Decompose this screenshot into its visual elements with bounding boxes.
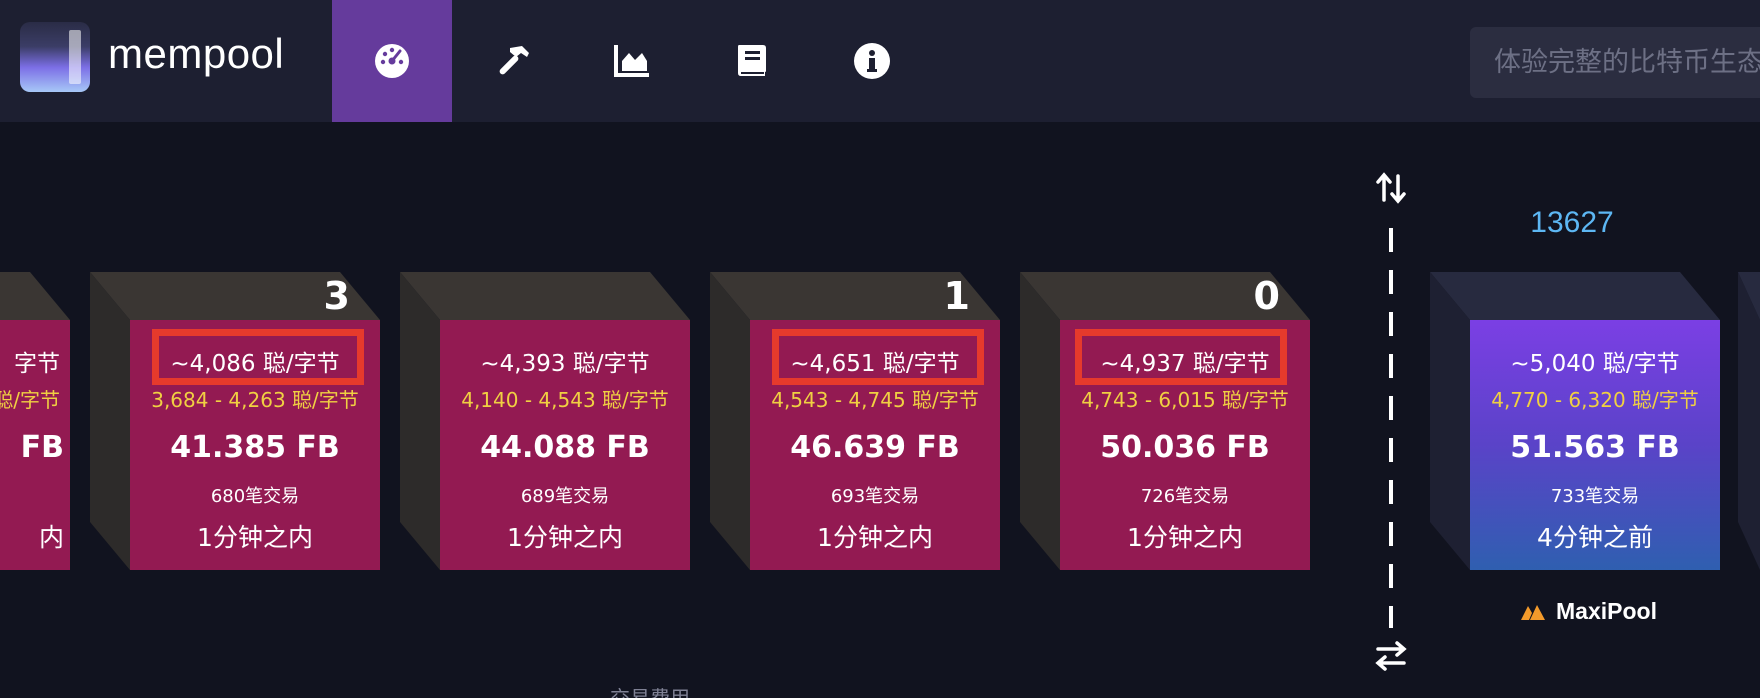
pending-block-partial[interactable]: 字节 聪/字节 FB 内: [0, 272, 70, 570]
pending-block[interactable]: 0 ~4,937 聪/字节 4,743 - 6,015 聪/字节 50.036 …: [1020, 272, 1310, 570]
block-top-face: [0, 272, 70, 320]
pool-name: MaxiPool: [1556, 597, 1657, 624]
dashboard-icon: [375, 44, 409, 78]
block-height-link[interactable]: 13627: [1482, 206, 1662, 240]
block-side-face: [710, 272, 750, 570]
block-front: 字节 聪/字节 FB 内: [0, 320, 70, 570]
tx-count: 689笔交易: [520, 486, 610, 507]
hammer-icon: [499, 46, 529, 75]
fee-range: 聪/字节: [0, 388, 60, 412]
info-icon: [854, 43, 890, 79]
nav-docs[interactable]: [692, 0, 812, 122]
block-front: ~5,040 聪/字节 4,770 - 6,320 聪/字节 51.563 FB…: [1470, 320, 1720, 570]
highlight-box: [1075, 329, 1287, 385]
nav-dashboard[interactable]: [332, 0, 452, 122]
swap-horizontal-icon[interactable]: [1373, 638, 1409, 674]
median-fee: ~4,393 聪/字节: [480, 351, 650, 377]
swap-vertical-icon[interactable]: [1373, 170, 1409, 206]
nav-graphs[interactable]: [572, 0, 692, 122]
maxipool-logo-icon: [1521, 605, 1545, 620]
logo-text[interactable]: mempool: [108, 30, 284, 78]
nav-about[interactable]: [812, 0, 932, 122]
mined-block[interactable]: ~5,040 聪/字节 4,770 - 6,320 聪/字节 51.563 FB…: [1430, 272, 1720, 570]
pending-block[interactable]: 1 ~4,651 聪/字节 4,543 - 4,745 聪/字节 46.639 …: [710, 272, 1000, 570]
block-size: 51.563 FB: [1510, 430, 1680, 465]
search-input[interactable]: [1470, 27, 1760, 98]
block-size: 46.639 FB: [790, 430, 960, 465]
tx-count: 726笔交易: [1140, 486, 1230, 507]
block-count: 1: [943, 274, 970, 318]
highlight-box: [152, 329, 364, 385]
logo-bar: [69, 30, 81, 84]
pending-block[interactable]: ~4,393 聪/字节 4,140 - 4,543 聪/字节 44.088 FB…: [400, 272, 690, 570]
tx-count: 693笔交易: [830, 486, 920, 507]
block-side-face: [90, 272, 130, 570]
block-side-face: [1020, 272, 1060, 570]
highlight-box: [772, 329, 984, 385]
block-size: 41.385 FB: [170, 430, 340, 465]
pending-block[interactable]: 3 ~4,086 聪/字节 3,684 - 4,263 聪/字节 41.385 …: [90, 272, 380, 570]
block-size: 50.036 FB: [1100, 430, 1270, 465]
block-size: 44.088 FB: [480, 430, 650, 465]
block-side-face: [400, 272, 440, 570]
tx-count: 733笔交易: [1550, 486, 1640, 507]
next-block-partial[interactable]: [1738, 272, 1760, 570]
block-eta: 1分钟之内: [1127, 523, 1243, 552]
median-fee: ~5,040 聪/字节: [1510, 351, 1680, 377]
mempool-logo-icon[interactable]: [20, 22, 90, 92]
fee-section-label: 交易费用: [610, 686, 690, 698]
mempool-chain-divider: [1389, 228, 1393, 628]
fee-range: 4,140 - 4,543 聪/字节: [461, 388, 669, 412]
nav-mining[interactable]: [452, 0, 572, 122]
block-eta: 1分钟之内: [817, 523, 933, 552]
area-chart-icon: [614, 45, 649, 77]
block-size: FB: [20, 430, 64, 465]
fee-range: 3,684 - 4,263 聪/字节: [151, 388, 359, 412]
block-count: 0: [1253, 274, 1280, 318]
book-icon: [738, 45, 766, 76]
median-fee: 字节: [14, 351, 60, 377]
fee-range: 4,770 - 6,320 聪/字节: [1491, 388, 1699, 412]
block-eta: 1分钟之内: [507, 523, 623, 552]
fee-range: 4,743 - 6,015 聪/字节: [1081, 388, 1289, 412]
tx-count: 680笔交易: [210, 486, 300, 507]
fee-range: 4,543 - 4,745 聪/字节: [771, 388, 979, 412]
block-count: 3: [323, 274, 350, 318]
block-time-ago: 4分钟之前: [1537, 523, 1653, 552]
block-side-face: [1430, 272, 1470, 570]
block-eta: 内: [38, 523, 64, 552]
mining-pool-link[interactable]: MaxiPool: [1520, 596, 1657, 626]
top-navbar: mempool: [0, 0, 1760, 122]
block-top-face: [400, 272, 690, 320]
block-top-face: [1430, 272, 1720, 320]
block-front: ~4,393 聪/字节 4,140 - 4,543 聪/字节 44.088 FB…: [440, 320, 690, 570]
block-eta: 1分钟之内: [197, 523, 313, 552]
